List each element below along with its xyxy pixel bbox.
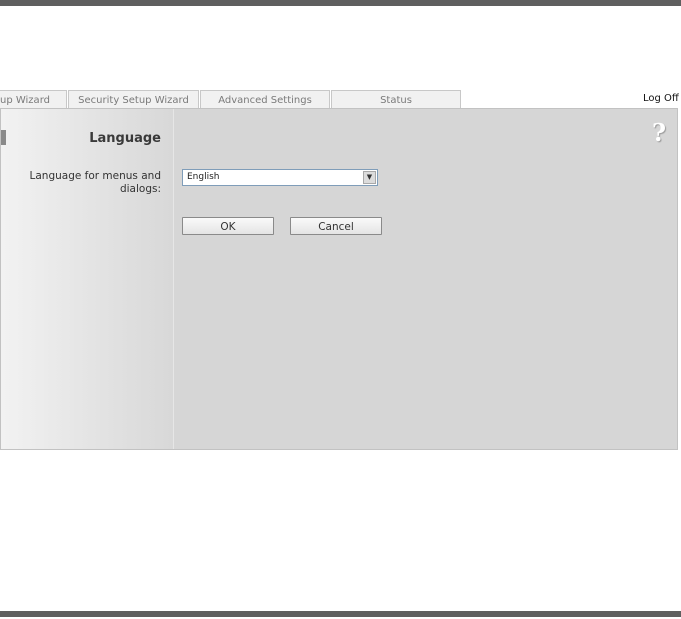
tab-bar: up Wizard Security Setup Wizard Advanced…	[0, 90, 681, 108]
cancel-button[interactable]: Cancel	[290, 217, 382, 235]
ok-button[interactable]: OK	[182, 217, 274, 235]
help-icon[interactable]: ?	[652, 118, 666, 147]
log-off-link[interactable]: Log Off	[643, 93, 681, 104]
chevron-down-icon[interactable]: ▼	[363, 171, 376, 184]
settings-panel: Language ? Language for menus and dialog…	[0, 108, 678, 450]
page-title: Language	[89, 131, 161, 146]
panel-sidebar	[1, 109, 174, 449]
tab-advanced-settings[interactable]: Advanced Settings	[200, 90, 330, 108]
language-label: Language for menus and dialogs:	[29, 170, 162, 195]
bottom-divider	[0, 611, 681, 617]
tab-setup-wizard[interactable]: up Wizard	[0, 90, 67, 108]
language-select[interactable]: English ▼	[182, 169, 378, 186]
language-select-value: English	[187, 172, 220, 182]
tab-status[interactable]: Status	[331, 90, 461, 108]
top-divider	[0, 0, 681, 6]
tab-security-setup-wizard[interactable]: Security Setup Wizard	[68, 90, 199, 108]
